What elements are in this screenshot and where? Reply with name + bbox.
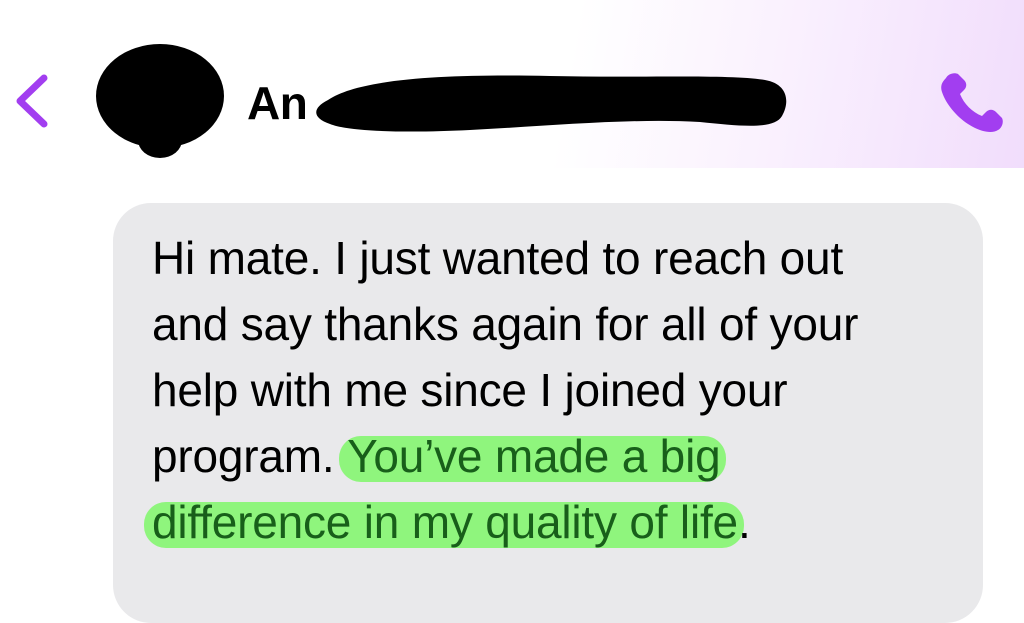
contact-avatar[interactable]	[94, 44, 226, 160]
message-line-5: difference in my quality of life.	[152, 496, 751, 548]
highlighted-text-2: difference in my quality of life	[152, 496, 738, 548]
contact-name[interactable]: An	[247, 78, 308, 128]
name-redaction	[316, 75, 787, 132]
avatar-redaction	[96, 44, 224, 158]
highlighted-text-1: You’ve made a big	[347, 430, 721, 482]
message-line-2: and say thanks again for all of your	[152, 298, 859, 350]
message-line-3: help with me since I joined your	[152, 364, 788, 416]
message-text: program.	[152, 430, 348, 482]
chevron-left-icon	[16, 74, 48, 128]
message-line-1: Hi mate. I just wanted to reach out	[152, 232, 844, 284]
message-end-punctuation: .	[737, 496, 751, 548]
phone-icon	[941, 73, 1003, 132]
message-line-4: program. You’ve made a big	[152, 430, 721, 482]
call-button[interactable]	[936, 68, 1008, 136]
conversation-header: An	[0, 0, 1024, 168]
back-button[interactable]	[10, 70, 56, 132]
